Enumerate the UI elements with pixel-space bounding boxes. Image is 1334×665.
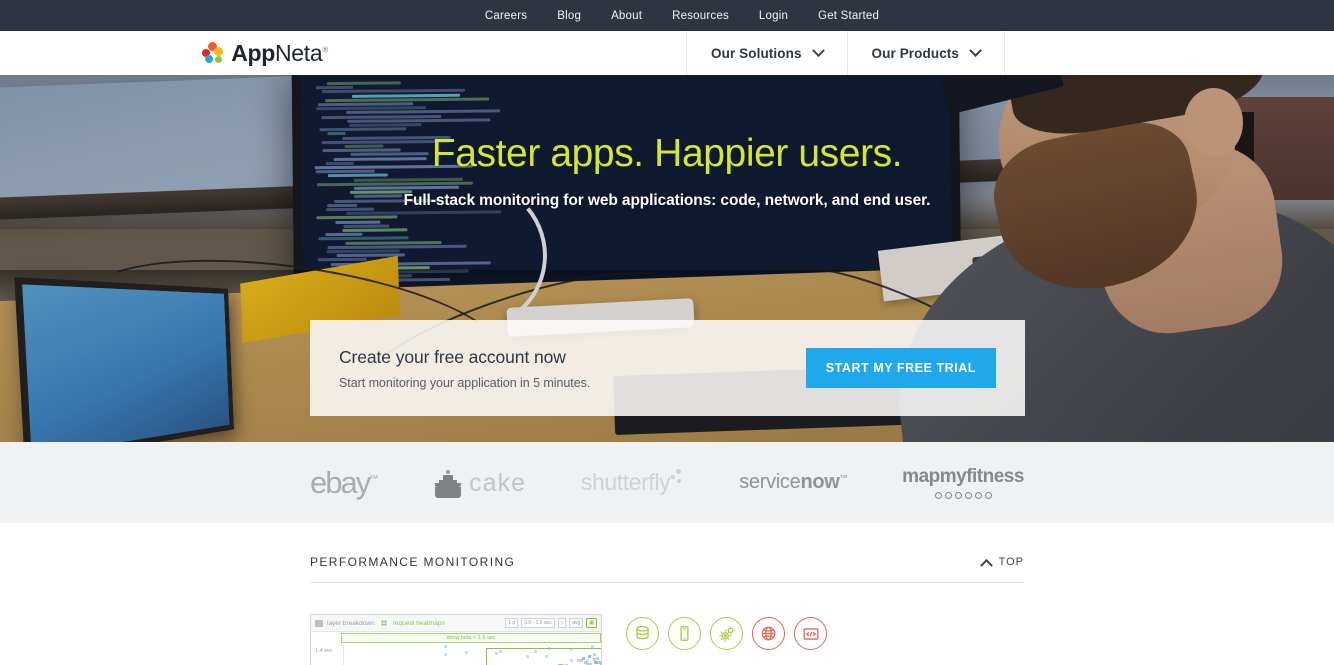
appneta-logo-icon: [202, 42, 224, 64]
chevron-down-icon: [969, 43, 982, 57]
customer-logo-ebay: ebay™: [310, 465, 378, 501]
back-to-top-label: TOP: [998, 556, 1024, 568]
appneta-logo-text: AppNeta®: [231, 40, 328, 67]
y-tick-0: 1.4 sec: [315, 648, 333, 654]
back-to-top-link[interactable]: TOP: [979, 556, 1024, 572]
logo-app: App: [231, 39, 275, 66]
topbar-link-login[interactable]: Login: [759, 10, 788, 22]
dashboard-plot-area: [343, 644, 601, 665]
feature-icon-row: [626, 614, 827, 650]
customer-logo-shutterfly: shutterfly: [581, 469, 684, 496]
mapmyfitness-logo-text: mapmyfitness: [902, 466, 1024, 487]
dashboard-tool-scale[interactable]: 0.0 - 1.5 sec: [521, 618, 555, 628]
dashboard-tab-request-heatmaps-label: request heatmaps: [392, 619, 445, 627]
nav-item-our-solutions-label: Our Solutions: [711, 45, 802, 61]
cake-icon: [433, 468, 463, 498]
topbar-link-about[interactable]: About: [611, 10, 642, 22]
servicenow-trademark: ™: [839, 473, 848, 483]
dashboard-tool-export[interactable]: ▣: [586, 618, 597, 628]
cake-logo-text: cake: [469, 468, 526, 497]
dashboard-scatter-plot: 1.4 sec 1.2 sec: [311, 644, 601, 665]
database-icon[interactable]: [626, 617, 659, 650]
dashboard-tool-range[interactable]: 1 d: [505, 618, 519, 628]
nav-item-our-products-label: Our Products: [871, 45, 960, 61]
nav-item-our-products[interactable]: Our Products: [846, 31, 1006, 75]
section-title: PERFORMANCE MONITORING: [310, 555, 516, 569]
dashboard-tab-layer-breakdown[interactable]: layer breakdown: [315, 619, 375, 627]
hero-subheadline: Full-stack monitoring for web applicatio…: [403, 192, 931, 209]
start-free-trial-button[interactable]: START MY FREE TRIAL: [805, 348, 996, 388]
free-account-cta-panel: Create your free account now Start monit…: [310, 320, 1025, 416]
dashboard-tool-avg[interactable]: avg: [569, 618, 584, 628]
ebay-trademark: ™: [369, 473, 379, 484]
logo-trademark: ®: [322, 44, 328, 54]
layers-icon: [315, 619, 323, 627]
globe-icon[interactable]: [752, 617, 785, 650]
dashboard-filter-banner: show beta < 1.5 sec: [341, 633, 601, 643]
topbar-link-careers[interactable]: Careers: [485, 10, 527, 22]
performance-monitoring-section: PERFORMANCE MONITORING TOP layer breakdo…: [0, 523, 1334, 665]
shutterfly-dots-icon: [670, 469, 684, 487]
code-icon[interactable]: [794, 617, 827, 650]
dashboard-toolbar: layer breakdown request heatmaps 1 d 0.0…: [311, 615, 601, 632]
dashboard-tool-zoom[interactable]: ↕: [557, 618, 567, 628]
topbar-link-blog[interactable]: Blog: [557, 10, 581, 22]
cta-subtitle: Start monitoring your application in 5 m…: [339, 375, 591, 390]
topbar-link-get-started[interactable]: Get Started: [818, 10, 879, 22]
ebay-logo-text: ebay: [310, 464, 371, 500]
customer-logo-strip: ebay™ cake shutterfly servicenow™ mapmyf…: [0, 442, 1334, 523]
grid-icon: [380, 619, 389, 627]
chevron-up-icon: [979, 558, 993, 572]
mapmyfitness-dots-icon: [934, 492, 992, 499]
logo-neta: Neta: [275, 39, 323, 66]
appneta-logo[interactable]: AppNeta®: [202, 40, 686, 67]
dashboard-y-axis: 1.4 sec 1.2 sec: [315, 648, 343, 665]
selection-close-icon[interactable]: [601, 645, 602, 653]
servicenow-logo-text-light: service: [739, 471, 801, 493]
nav-item-our-solutions[interactable]: Our Solutions: [686, 31, 847, 75]
cta-title: Create your free account now: [339, 346, 566, 367]
shutterfly-logo-text: shutterfly: [580, 469, 671, 495]
mobile-icon[interactable]: [668, 617, 701, 650]
dashboard-screenshot[interactable]: layer breakdown request heatmaps 1 d 0.0…: [310, 614, 602, 665]
customer-logo-servicenow: servicenow™: [739, 471, 847, 494]
hero-headline: Faster apps. Happier users.: [431, 132, 903, 175]
customer-logo-mapmyfitness: mapmyfitness: [902, 466, 1024, 499]
topbar-link-resources[interactable]: Resources: [672, 10, 729, 22]
servicenow-logo-text-bold: now: [800, 471, 840, 493]
main-navigation: AppNeta® Our Solutions Our Products: [0, 31, 1334, 75]
hero-banner: Faster apps. Happier users. Full-stack m…: [0, 75, 1334, 442]
gears-icon[interactable]: [710, 617, 743, 650]
dashboard-tab-request-heatmaps[interactable]: request heatmaps: [380, 619, 445, 627]
chevron-down-icon: [811, 43, 825, 57]
dashboard-tab-layer-breakdown-label: layer breakdown: [327, 619, 375, 627]
customer-logo-cake: cake: [433, 468, 526, 498]
utility-topbar: Careers Blog About Resources Login Get S…: [0, 0, 1334, 31]
